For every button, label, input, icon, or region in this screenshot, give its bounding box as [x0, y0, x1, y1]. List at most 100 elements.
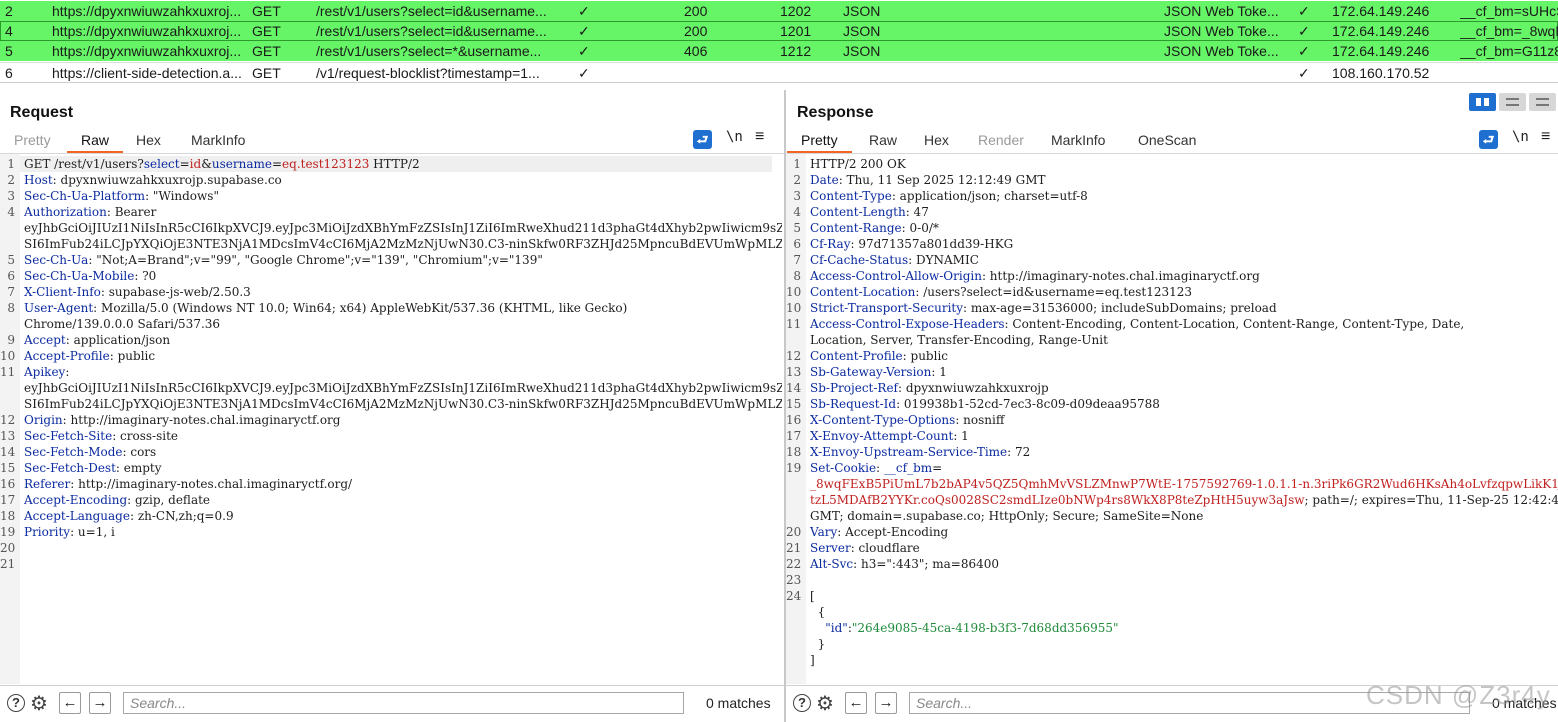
code-token: : — [65, 365, 70, 379]
history-cell-length — [780, 63, 838, 82]
code-token: : ?0 — [134, 269, 157, 283]
code-token: Access-Control-Expose-Headers — [810, 317, 1005, 331]
tab-pretty[interactable]: Pretty — [14, 132, 51, 148]
code-token: Accept-Encoding — [24, 493, 128, 507]
code-token: Vary — [810, 525, 838, 539]
line-number: 18 — [786, 445, 802, 459]
wrap-lines-icon[interactable]: ⮐ — [1479, 130, 1498, 149]
history-cell-ip: 172.64.149.246 — [1332, 23, 1430, 39]
code-token: "id" — [825, 621, 848, 635]
line-number: 20 — [786, 525, 802, 539]
code-token: X-Envoy-Upstream-Service-Time — [810, 445, 1008, 459]
forward-arrow-icon[interactable]: → — [89, 692, 111, 714]
history-cell-cookies: __cf_bm=G11z8 — [1460, 43, 1558, 59]
history-row[interactable]: 4 https://dpyxnwiuwzahkxuxroj... GET/rest/… — [0, 21, 1558, 41]
code-line: Accept-Language: zh-CN,zh;q=0.9 — [24, 508, 234, 524]
code-line: Vary: Accept-Encoding — [810, 524, 948, 540]
line-number: 16 — [786, 413, 802, 427]
tab-pretty[interactable]: Pretty — [787, 132, 852, 154]
side-by-side-layout-icon[interactable] — [1469, 93, 1496, 111]
code-token: eyJhbGciOiJIUzI1NiIsInR5cCI6IkpXVCJ9.eyJ… — [24, 221, 782, 235]
tab-hex[interactable]: Hex — [924, 132, 949, 148]
wrap-lines-icon[interactable]: ⮐ — [693, 130, 712, 149]
history-cell-url: https://dpyxnwiuwzahkxuxroj... — [52, 23, 242, 39]
line-number: 10 — [786, 285, 802, 299]
code-token: select — [143, 157, 180, 171]
code-token: : "Windows" — [145, 189, 219, 203]
gear-icon[interactable]: ⚙ — [30, 691, 48, 716]
stacked-layout-icon[interactable] — [1499, 93, 1526, 111]
code-line: "id":"264e9085-45ca-4198-b3f3-7d68dd3569… — [810, 620, 1119, 636]
watermark: CSDN @Z3r4y — [1366, 680, 1551, 710]
history-row[interactable]: 2 https://dpyxnwiuwzahkxuxroj... GET/rest/… — [0, 1, 1558, 21]
line-number: 14 — [786, 381, 802, 395]
code-line: Server: cloudflare — [810, 540, 920, 556]
code-line: Sec-Ch-Ua-Mobile: ?0 — [24, 268, 156, 284]
history-row[interactable]: 5 https://dpyxnwiuwzahkxuxroj... GET/rest/… — [0, 41, 1558, 61]
code-token: username — [211, 157, 272, 171]
code-token: : empty — [115, 461, 162, 475]
line-number: 24 — [786, 589, 802, 603]
history-cell-method: GET — [252, 65, 281, 81]
code-token: _8wqFExB5PiUmL7b2bAP4v5QZ5QmhMvVSLZMnwP7… — [810, 477, 1558, 491]
line-number: 21 — [786, 541, 802, 555]
tab-markinfo[interactable]: MarkInfo — [191, 132, 245, 148]
show-newlines-button[interactable]: \n — [726, 129, 743, 145]
code-token: tzL5MDAfB2YYKr.coQs0028SC2smdLIze0bNWp4r… — [810, 493, 1305, 507]
tab-raw[interactable]: Raw — [66, 132, 124, 154]
code-line: Date: Thu, 11 Sep 2025 12:12:49 GMT — [810, 172, 1046, 188]
line-number: 5 — [7, 253, 15, 267]
tab-markinfo[interactable]: MarkInfo — [1051, 132, 1105, 148]
line-number: 8 — [7, 301, 15, 315]
code-token: "264e9085-45ca-4198-b3f3-7d68dd356955" — [851, 621, 1119, 635]
search-input[interactable]: Search... — [123, 692, 684, 714]
response-editor[interactable]: 1 HTTP/2 200 OK 2 Date: Thu, 11 Sep 2025 12… — [786, 154, 1558, 684]
history-cell-title: JSON Web Toke... — [1164, 23, 1279, 39]
code-line: Host: dpyxnwiuwzahkxuxrojp.supabase.co — [24, 172, 282, 188]
code-token: : Content-Encoding, Content-Location, Co… — [1004, 317, 1465, 331]
back-arrow-icon[interactable]: ← — [845, 692, 867, 714]
pane-menu-icon[interactable]: ≡ — [1541, 128, 1550, 146]
tab-hex[interactable]: Hex — [136, 132, 161, 148]
line-number: 12 — [786, 349, 802, 363]
forward-arrow-icon[interactable]: → — [875, 692, 897, 714]
line-number: 3 — [793, 189, 801, 203]
gear-icon[interactable]: ⚙ — [816, 691, 834, 716]
code-line: Content-Type: application/json; charset=… — [810, 188, 1088, 204]
code-token: : 1 — [931, 365, 947, 379]
code-token: : /users?select=id&username=eq.test12312… — [915, 285, 1193, 299]
single-pane-layout-icon[interactable] — [1529, 93, 1556, 111]
tab-raw[interactable]: Raw — [869, 132, 897, 148]
line-number: 21 — [0, 557, 16, 571]
code-token: eq.test123123 — [282, 157, 370, 171]
history-cell-cookies — [1460, 63, 1558, 82]
line-number: 3 — [7, 189, 15, 203]
code-line: SI6ImFub24iLCJpYXQiOjE3NTE3NjA1MDcsImV4c… — [24, 236, 782, 252]
tab-render[interactable]: Render — [978, 132, 1024, 148]
code-line: tzL5MDAfB2YYKr.coQs0028SC2smdLIze0bNWp4r… — [810, 492, 1558, 508]
history-cell-ip: 108.160.170.52 — [1332, 65, 1430, 81]
code-token: : cloudflare — [850, 541, 920, 555]
tab-onescan[interactable]: OneScan — [1138, 132, 1196, 148]
code-token: : 47 — [905, 205, 929, 219]
line-number: 7 — [7, 285, 15, 299]
line-number: 2 — [793, 173, 801, 187]
code-token: : application/json — [65, 333, 171, 347]
code-token: = — [271, 157, 283, 171]
line-number: 6 — [7, 269, 15, 283]
history-cell-tls: ✓ — [1298, 23, 1310, 39]
code-token: : dpyxnwiuwzahkxuxrojp.supabase.co — [52, 173, 282, 187]
code-line: Cf-Ray: 97d71357a801dd39-HKG — [810, 236, 1013, 252]
back-arrow-icon[interactable]: ← — [59, 692, 81, 714]
request-editor[interactable]: 1 GET /rest/v1/users?select=id&username=e… — [0, 154, 782, 684]
pane-menu-icon[interactable]: ≡ — [755, 128, 764, 146]
request-search-bar: ? ⚙ ← → Search... 0 matches — [0, 685, 784, 722]
history-cell-path: /rest/v1/users?select=*&username... — [316, 43, 542, 59]
help-icon[interactable]: ? — [793, 694, 811, 712]
code-token: & — [201, 157, 212, 171]
code-token: = — [179, 157, 190, 171]
show-newlines-button[interactable]: \n — [1512, 129, 1529, 145]
code-token: X-Client-Info — [24, 285, 101, 299]
history-row[interactable]: 6 https://client-side-detection.a... GET/v… — [0, 62, 1558, 82]
help-icon[interactable]: ? — [7, 694, 25, 712]
